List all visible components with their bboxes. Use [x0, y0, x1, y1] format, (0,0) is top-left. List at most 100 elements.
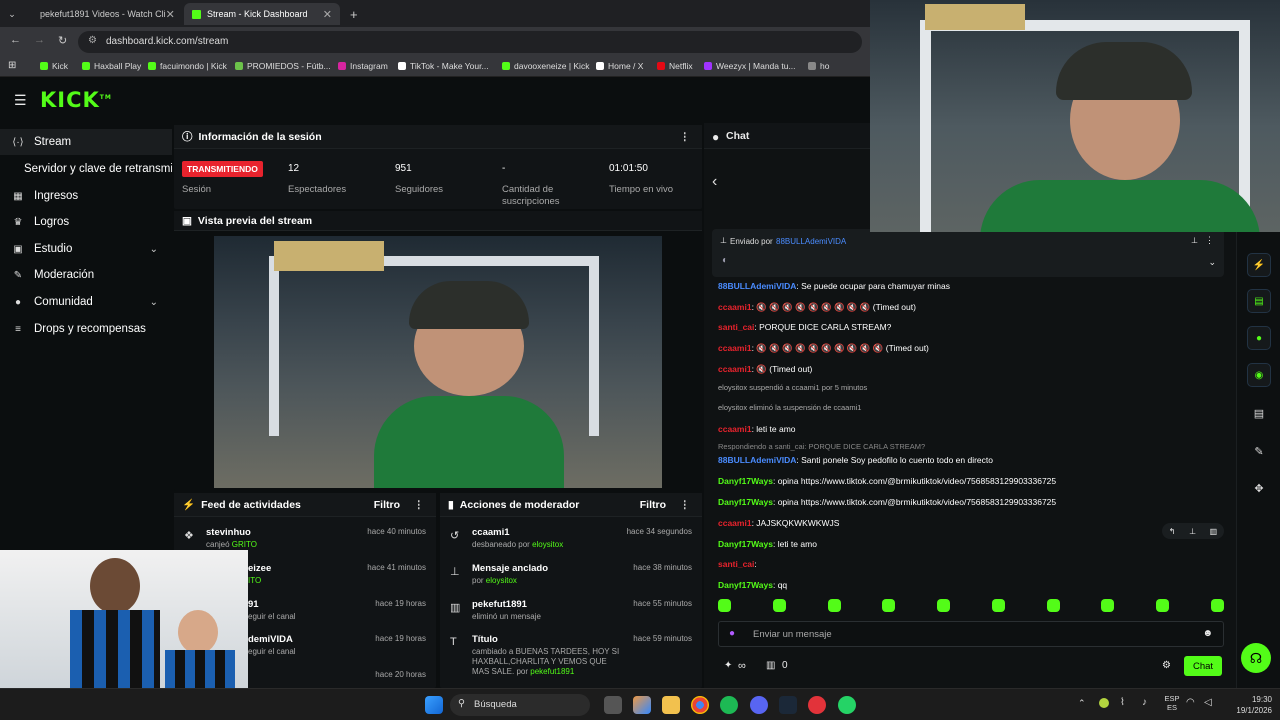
site-info-icon[interactable]: ⚙	[88, 35, 97, 46]
chat-input[interactable]: ● Enviar un mensaje ☻	[718, 621, 1224, 647]
close-tab-icon[interactable]: ✕	[166, 8, 175, 21]
bookmark[interactable]: ho	[808, 61, 829, 71]
chat-username[interactable]: ccaami1	[718, 424, 752, 434]
chat-username[interactable]: Danyf17Ways	[718, 497, 773, 507]
windows-start-icon[interactable]	[425, 696, 443, 714]
trash-icon[interactable]: ▥	[1210, 527, 1218, 536]
chevron-down-icon[interactable]: ⌄	[1208, 257, 1216, 268]
chat-icon[interactable]: ●	[1247, 326, 1271, 350]
chat-username[interactable]: santi_cai	[718, 322, 754, 332]
kick-logo[interactable]: KICKTM	[40, 88, 112, 112]
emote-icon[interactable]	[772, 599, 786, 612]
task-view-icon[interactable]	[604, 696, 622, 714]
emote-icon[interactable]	[991, 599, 1005, 612]
file-explorer-icon[interactable]	[662, 696, 680, 714]
back-icon[interactable]: ←	[10, 34, 21, 46]
more-icon[interactable]: ⋮	[680, 131, 691, 143]
list-icon[interactable]: ▤	[1249, 403, 1269, 423]
gift-icon[interactable]: ▥	[766, 660, 775, 671]
sidebar-item-server-key[interactable]: Servidor y clave de retransmisión	[0, 156, 172, 182]
bookmark[interactable]: Kick	[40, 61, 68, 71]
chat-username[interactable]: 88BULLAdemiVIDA	[718, 455, 796, 465]
mic-icon[interactable]: ●	[729, 628, 735, 639]
more-icon[interactable]: ⋮	[1205, 235, 1214, 246]
mic-icon[interactable]: ♪	[1142, 697, 1147, 708]
steam-icon[interactable]	[779, 696, 797, 714]
more-icon[interactable]: ⋮	[680, 499, 691, 511]
reload-icon[interactable]: ↻	[58, 34, 67, 47]
stream-video[interactable]	[214, 236, 662, 488]
emote-icon[interactable]	[937, 599, 951, 612]
obs-icon[interactable]	[808, 696, 826, 714]
unpin-icon[interactable]: ⊥	[1191, 236, 1198, 245]
sidebar-item-estudio[interactable]: ▣ Estudio ⌄	[0, 236, 172, 262]
wrench-icon[interactable]: ✎	[1249, 441, 1269, 461]
volume-icon[interactable]: ◁	[1204, 697, 1212, 708]
taskbar-search[interactable]: ⚲ Búsqueda	[450, 694, 590, 716]
clock[interactable]: 19:30 19/1/2026	[1228, 694, 1272, 716]
chat-send-button[interactable]: Chat	[1184, 656, 1222, 676]
bookmark[interactable]: Instagram	[338, 61, 388, 71]
chat-username[interactable]: ccaami1	[718, 364, 752, 374]
sidebar-item-logros[interactable]: ♛ Logros	[0, 209, 172, 235]
emoji-icon[interactable]: ☻	[1202, 628, 1213, 639]
chat-username[interactable]: santi_cai	[718, 559, 754, 569]
emote-icon[interactable]	[718, 599, 731, 612]
settings-icon[interactable]: ⚙	[1162, 660, 1171, 671]
language-indicator[interactable]: ESP ES	[1164, 694, 1180, 712]
chat-username[interactable]: ccaami1	[718, 518, 752, 528]
tab-list-button[interactable]: ⌄	[4, 3, 20, 25]
tab-videos[interactable]: pekefut1891 Videos - Watch Cli ✕	[26, 3, 180, 25]
sidebar-item-moderacion[interactable]: ✎ Moderación	[0, 262, 172, 288]
reply-icon[interactable]: ↰	[1169, 527, 1176, 536]
emote-icon[interactable]	[1101, 599, 1115, 612]
emote-icon[interactable]	[1156, 599, 1170, 612]
discord-icon[interactable]	[750, 696, 768, 714]
close-tab-icon[interactable]: ✕	[323, 8, 332, 21]
bolt-icon[interactable]: ⚡	[1247, 253, 1271, 277]
bookmark[interactable]: facuimondo | Kick	[148, 61, 227, 71]
headset-icon[interactable]: ☊	[1241, 643, 1271, 673]
bookmark[interactable]: davooxeneize | Kick	[502, 61, 589, 71]
copilot-icon[interactable]	[633, 696, 651, 714]
bookmark[interactable]: Home / X	[596, 61, 643, 71]
tray-app-icon[interactable]	[1099, 698, 1109, 708]
network-icon[interactable]: ⌇	[1120, 697, 1125, 708]
chat-username[interactable]: Danyf17Ways	[718, 539, 773, 549]
address-bar[interactable]: ⚙ dashboard.kick.com/stream	[78, 31, 862, 53]
new-tab-button[interactable]: +	[342, 3, 362, 25]
pin-icon[interactable]: ⊥	[1189, 527, 1196, 536]
tray-chevron-icon[interactable]: ⌃	[1078, 698, 1086, 709]
menu-icon[interactable]: ☰	[14, 92, 27, 109]
apps-icon[interactable]: ⊞	[8, 60, 16, 71]
sidebar-item-drops[interactable]: ≡ Drops y recompensas	[0, 316, 172, 342]
broadcast-icon[interactable]: ◉	[1247, 363, 1271, 387]
filter-button[interactable]: Filtro	[640, 499, 666, 511]
emote-icon[interactable]	[1046, 599, 1060, 612]
sidebar-item-comunidad[interactable]: ● Comunidad ⌄	[0, 289, 172, 315]
bookmark[interactable]: PROMIEDOS - Fútb...	[235, 61, 331, 71]
sidebar-item-ingresos[interactable]: ▦ Ingresos	[0, 183, 172, 209]
chat-username[interactable]: Danyf17Ways	[718, 580, 773, 590]
chevron-left-icon[interactable]: ‹	[712, 173, 717, 191]
chat-username[interactable]: 88BULLAdemiVIDA	[718, 281, 796, 291]
whatsapp-icon[interactable]	[838, 696, 856, 714]
chat-username[interactable]: ccaami1	[718, 302, 752, 312]
chrome-icon[interactable]	[691, 696, 709, 714]
bookmark[interactable]: Netflix	[657, 61, 693, 71]
bookmark[interactable]: TikTok - Make Your...	[398, 61, 489, 71]
points-icon[interactable]: ✦	[724, 660, 732, 671]
more-icon[interactable]: ⋮	[414, 499, 425, 511]
filter-button[interactable]: Filtro	[374, 499, 400, 511]
emote-icon[interactable]	[827, 599, 841, 612]
bookmark[interactable]: Haxball Play	[82, 61, 141, 71]
wifi-icon[interactable]: ◠	[1186, 697, 1195, 708]
emote-icon[interactable]	[882, 599, 896, 612]
tab-dashboard[interactable]: Stream - Kick Dashboard ✕	[184, 3, 340, 25]
network-icon[interactable]: ✥	[1249, 478, 1269, 498]
document-icon[interactable]: ▤	[1247, 289, 1271, 313]
bookmark[interactable]: Weezyx | Manda tu...	[704, 61, 796, 71]
chat-username[interactable]: ccaami1	[718, 343, 752, 353]
chat-username[interactable]: Danyf17Ways	[718, 476, 773, 486]
spotify-icon[interactable]	[720, 696, 738, 714]
